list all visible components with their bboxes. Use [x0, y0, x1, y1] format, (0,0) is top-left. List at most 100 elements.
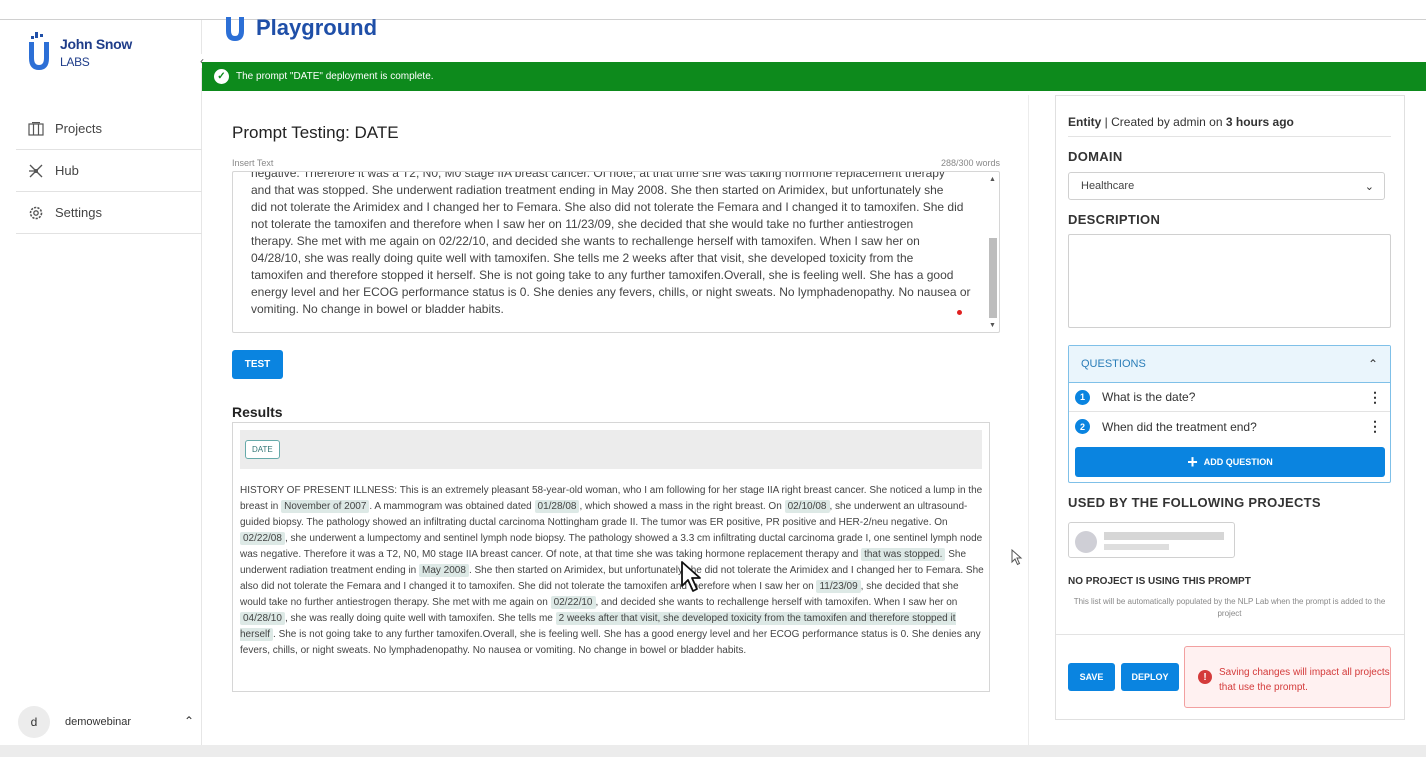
projects-icon: [27, 120, 45, 138]
entity-highlight[interactable]: 01/28/08: [534, 500, 580, 513]
top-divider: [0, 19, 1426, 20]
brand-line1: John Snow: [60, 36, 132, 52]
meta-divider: [1068, 136, 1391, 137]
gear-icon: [27, 204, 45, 222]
question-text: What is the date?: [1102, 390, 1196, 404]
results-text-segment: . A mammogram was obtained dated: [369, 501, 535, 512]
sidebar: John Snow LABS ‹ Projects Hub Settings d…: [0, 20, 209, 745]
avatar: d: [18, 706, 50, 738]
chevron-up-icon[interactable]: ⌃: [184, 714, 194, 728]
results-text-segment: , she was really doing quite well with t…: [284, 613, 556, 624]
page-header: Playground: [224, 13, 377, 43]
question-item[interactable]: 2 When did the treatment end? ⋮: [1069, 412, 1390, 441]
insert-text-label: Insert Text: [232, 158, 274, 168]
sidebar-item-label: Projects: [55, 121, 102, 136]
project-placeholder-line: [1104, 532, 1224, 540]
entity-highlight[interactable]: 04/28/10: [240, 612, 285, 625]
vertical-divider: [1028, 95, 1029, 745]
prompt-details-panel: Entity | Created by admin on 3 hours ago…: [1055, 95, 1405, 720]
no-project-message: NO PROJECT IS USING THIS PROMPT: [1068, 576, 1251, 587]
sidebar-nav: Projects Hub Settings: [16, 108, 202, 234]
brand-logo[interactable]: John Snow LABS: [24, 32, 154, 76]
save-button[interactable]: SAVE: [1068, 663, 1115, 691]
entity-highlight[interactable]: that was stopped.: [861, 548, 946, 561]
results-text-segment: , and decided she wants to rechallenge h…: [595, 597, 958, 608]
question-item[interactable]: 1 What is the date? ⋮: [1069, 383, 1390, 412]
questions-label: QUESTIONS: [1081, 358, 1146, 370]
description-field[interactable]: [1068, 234, 1391, 328]
kebab-menu-icon[interactable]: ⋮: [1368, 389, 1382, 406]
check-icon: ✓: [214, 69, 229, 84]
add-question-button[interactable]: + ADD QUESTION: [1075, 447, 1385, 477]
entity-tag[interactable]: DATE: [245, 440, 280, 459]
questions-header[interactable]: QUESTIONS ⌃: [1069, 346, 1390, 383]
description-label: DESCRIPTION: [1068, 212, 1161, 227]
sidebar-item-label: Settings: [55, 205, 102, 220]
input-text-line: therapy. She met with me again on 02/22/…: [251, 234, 920, 248]
input-text-content[interactable]: negative. Therefore it was a T2, N0, M0 …: [251, 171, 973, 318]
page-title: Playground: [256, 15, 378, 40]
prompt-meta: Entity | Created by admin on 3 hours ago: [1068, 115, 1294, 129]
input-text-line: tamoxifen and therefore stopped it herse…: [251, 268, 954, 282]
brand-name: John Snow LABS: [60, 35, 132, 71]
entity-highlight[interactable]: 02/22/10: [550, 596, 596, 609]
app-window: John Snow LABS ‹ Projects Hub Settings d…: [0, 0, 1426, 757]
prompt-type: Entity: [1068, 115, 1102, 129]
sidebar-item-projects[interactable]: Projects: [16, 108, 202, 150]
textarea-scrollbar[interactable]: ▲ ▼: [988, 176, 997, 330]
used-by-label: USED BY THE FOLLOWING PROJECTS: [1068, 495, 1321, 510]
results-text: HISTORY OF PRESENT ILLNESS: This is an e…: [240, 483, 985, 659]
entity-highlight[interactable]: May 2008: [419, 564, 469, 577]
sidebar-item-settings[interactable]: Settings: [16, 192, 202, 234]
word-count: 288/300 words: [940, 158, 1000, 168]
scroll-up-icon[interactable]: ▲: [988, 176, 997, 184]
plus-icon: +: [1187, 451, 1198, 472]
user-menu[interactable]: d demowebinar ⌃: [18, 706, 200, 738]
logo-icon: [29, 32, 49, 70]
user-name: demowebinar: [65, 716, 132, 728]
chevron-down-icon: ⌄: [1364, 181, 1374, 193]
pointer-cursor-icon: [1011, 549, 1023, 566]
chevron-up-icon[interactable]: ⌃: [1368, 357, 1378, 371]
input-text-line: 04/28/10, she was really doing quite wel…: [251, 251, 914, 265]
playground-logo-icon: [226, 17, 244, 41]
kebab-menu-icon[interactable]: ⋮: [1368, 418, 1382, 435]
input-text-line: energy level and her ECOG performance st…: [251, 285, 971, 299]
toast-message: The prompt "DATE" deployment is complete…: [236, 71, 434, 82]
project-placeholder-card: [1068, 522, 1235, 558]
mouse-cursor-icon: [681, 561, 701, 592]
sidebar-item-label: Hub: [55, 163, 79, 178]
prompt-created-time: 3 hours ago: [1225, 115, 1294, 129]
entity-highlight[interactable]: November of 2007: [281, 500, 370, 513]
results-heading: Results: [232, 404, 283, 420]
project-placeholder-avatar: [1075, 531, 1097, 553]
hub-icon: [27, 162, 45, 180]
prompt-title: Prompt Testing: DATE: [232, 123, 399, 142]
insert-text-area[interactable]: negative. Therefore it was a T2, N0, M0 …: [232, 171, 1000, 333]
entity-tag-bar: DATE: [240, 430, 982, 469]
input-text-line: and that was stopped. She underwent radi…: [251, 183, 944, 197]
entity-highlight[interactable]: 02/10/08: [784, 500, 830, 513]
add-question-label: ADD QUESTION: [1203, 457, 1273, 467]
domain-label: DOMAIN: [1068, 149, 1123, 164]
save-warning: ! Saving changes will impact all project…: [1184, 646, 1391, 708]
question-number: 2: [1075, 419, 1090, 434]
scrollbar-thumb[interactable]: [989, 238, 997, 318]
input-text-line: vomiting. No change in bowel or bladder …: [251, 302, 504, 316]
input-text-line: did not tolerate the Arimidex and I chan…: [251, 200, 964, 214]
results-panel: DATE HISTORY OF PRESENT ILLNESS: This is…: [232, 422, 990, 692]
results-text-segment: , which showed a mass in the right breas…: [579, 501, 785, 512]
domain-select[interactable]: Healthcare ⌄: [1068, 172, 1385, 200]
deploy-button[interactable]: DEPLOY: [1121, 663, 1179, 691]
test-button[interactable]: TEST: [232, 350, 283, 379]
entity-highlight[interactable]: 02/22/08: [240, 532, 285, 545]
domain-value: Healthcare: [1081, 180, 1135, 192]
project-placeholder-line: [1104, 544, 1169, 550]
status-dot: [957, 310, 962, 315]
sidebar-item-hub[interactable]: Hub: [16, 150, 202, 192]
alert-icon: !: [1198, 670, 1212, 684]
scroll-down-icon[interactable]: ▼: [988, 322, 997, 330]
input-text-line: negative. Therefore it was a T2, N0, M0 …: [251, 171, 945, 180]
question-text: When did the treatment end?: [1102, 419, 1257, 434]
entity-highlight[interactable]: 11/23/09: [816, 580, 861, 593]
